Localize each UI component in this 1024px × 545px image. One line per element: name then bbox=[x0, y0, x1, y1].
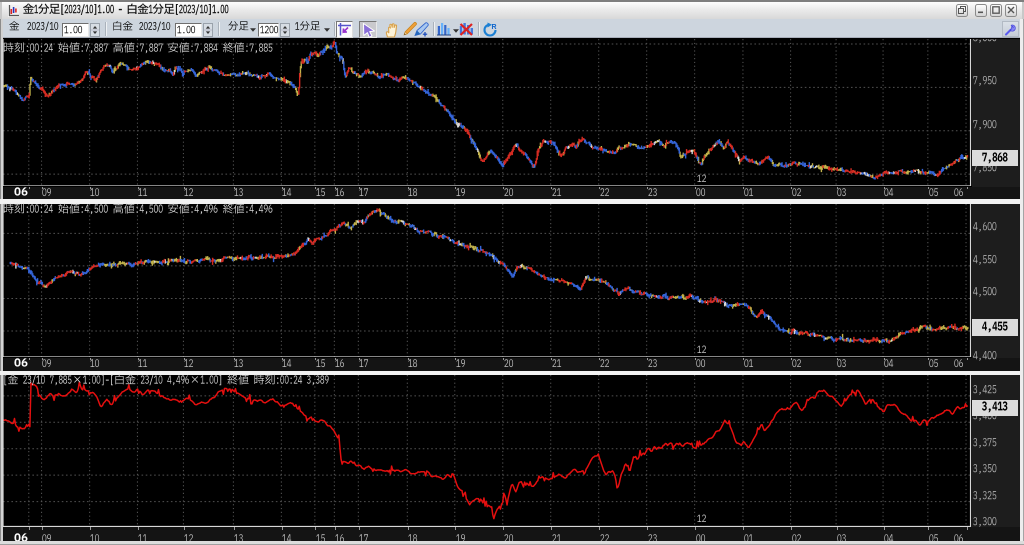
svg-text:R: R bbox=[492, 24, 497, 31]
